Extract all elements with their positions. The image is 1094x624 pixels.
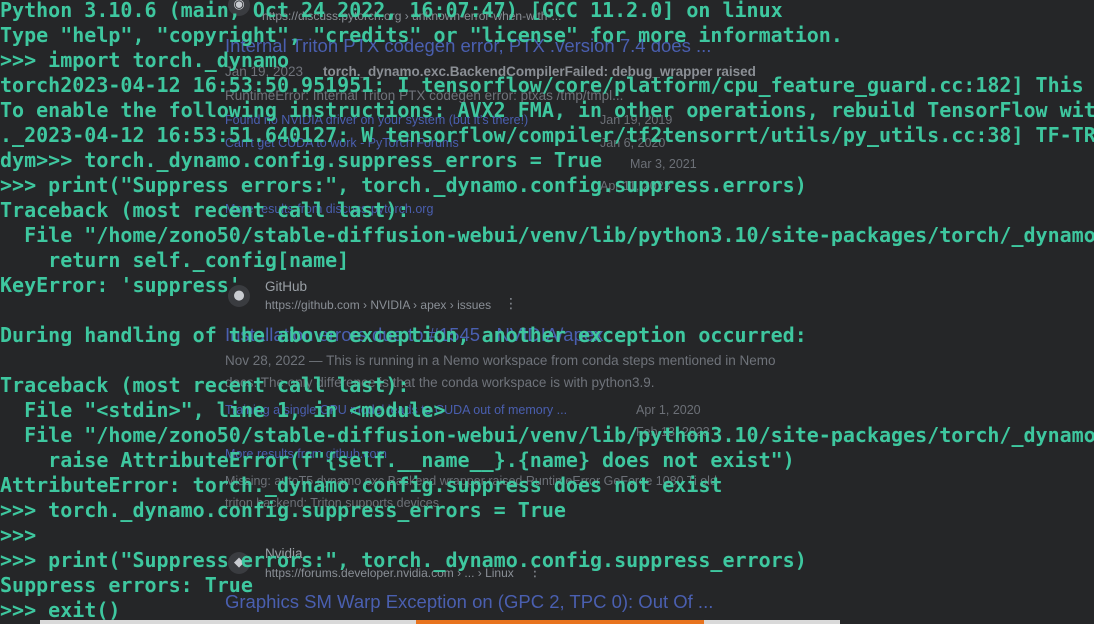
terminal-line: Suppress errors: True <box>0 573 253 597</box>
terminal-line: >>> <box>0 523 37 547</box>
terminal-line: File "/home/zono50/stable-diffusion-webu… <box>24 223 1094 247</box>
terminal-line: During handling of the above exception, … <box>0 323 807 347</box>
terminal-line: Traceback (most recent call last): <box>0 373 410 397</box>
terminal-output[interactable]: Python 3.10.6 (main, Oct 24 2022, 16:07:… <box>0 0 1094 624</box>
terminal-line: KeyError: 'suppress' <box>0 273 241 297</box>
terminal-line: ._2023-04-12 16:53:51.640127: W tensorfl… <box>0 123 1094 147</box>
terminal-line: Traceback (most recent call last): <box>0 198 410 222</box>
terminal-line: >>> torch._dynamo.config.suppress_errors… <box>0 498 566 522</box>
terminal-line: return self._config[name] <box>0 248 350 272</box>
terminal-line: Type "help", "copyright", "credits" or "… <box>0 23 843 47</box>
progress-strip <box>40 620 840 624</box>
terminal-line: >>> print("Suppress errors:", torch._dyn… <box>0 173 807 197</box>
terminal-line: To enable the following instructions: AV… <box>0 98 1094 122</box>
terminal-line: >>> print("Suppress errors:", torch._dyn… <box>0 548 807 572</box>
terminal-line: raise AttributeError(f"{self.__name__}.{… <box>0 448 795 472</box>
terminal-line: AttributeError: torch._dynamo.config.sup… <box>0 473 723 497</box>
terminal-line: dym>>> torch._dynamo.config.suppress_err… <box>0 148 603 172</box>
terminal-line: File "/home/zono50/stable-diffusion-webu… <box>24 423 1094 447</box>
terminal-line: >>> import torch._dynamo <box>0 48 289 72</box>
terminal-line: torch2023-04-12 16:53:50.951951: I tenso… <box>0 73 1084 97</box>
terminal-line: Python 3.10.6 (main, Oct 24 2022, 16:07:… <box>0 0 783 22</box>
terminal-line: File "<stdin>", line 1, in <module> <box>0 398 446 422</box>
